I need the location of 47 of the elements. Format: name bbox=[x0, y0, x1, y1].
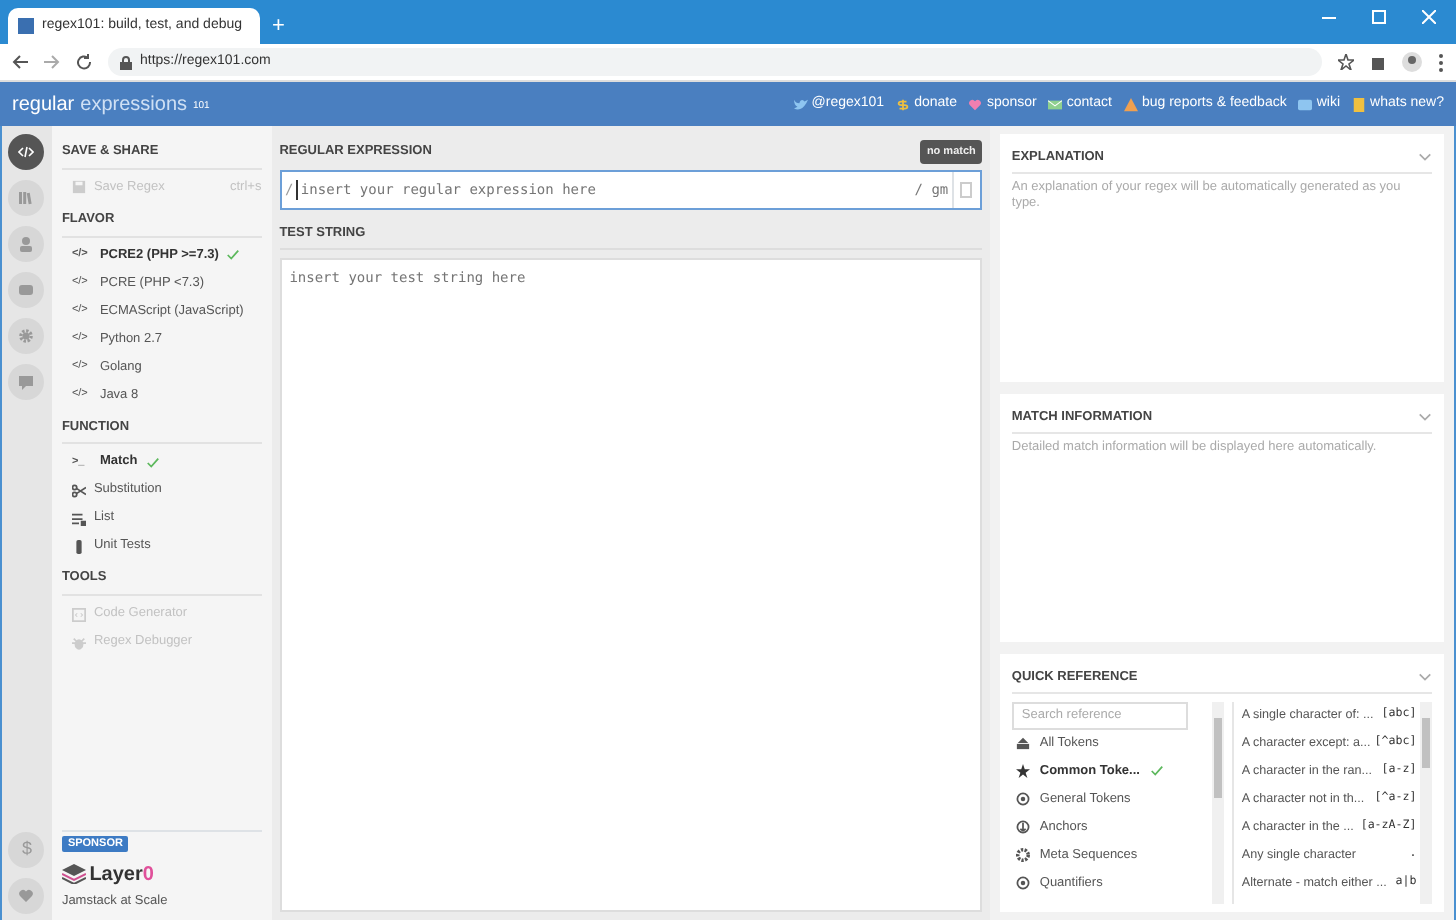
target-icon bbox=[1015, 876, 1030, 891]
stack-icon bbox=[1015, 736, 1030, 751]
bird-icon bbox=[793, 97, 808, 111]
code-file-icon bbox=[71, 607, 86, 621]
scrollbar[interactable] bbox=[1420, 701, 1432, 904]
code-icon bbox=[18, 144, 35, 160]
new-tab-button[interactable]: + bbox=[272, 8, 285, 44]
heart-icon bbox=[18, 887, 35, 903]
copy-icon[interactable] bbox=[960, 182, 973, 199]
sidebar-tab[interactable] bbox=[8, 134, 45, 170]
bug-icon bbox=[71, 635, 86, 649]
gear-icon bbox=[1015, 848, 1030, 863]
dollar-icon bbox=[896, 97, 911, 111]
reload-icon[interactable] bbox=[76, 54, 92, 70]
menu-icon[interactable] bbox=[1438, 53, 1444, 71]
favorite-button[interactable] bbox=[8, 877, 45, 913]
save-icon bbox=[71, 180, 86, 195]
note-icon bbox=[1352, 97, 1367, 111]
check-icon bbox=[145, 455, 160, 470]
logo-text[interactable]: regular bbox=[12, 89, 75, 119]
chevron-icon[interactable] bbox=[1418, 150, 1432, 165]
list-icon bbox=[71, 511, 86, 526]
check-icon bbox=[226, 248, 241, 262]
library-icon bbox=[18, 190, 35, 206]
check-icon bbox=[1149, 764, 1164, 779]
forward-icon[interactable] bbox=[44, 54, 60, 70]
heart-icon bbox=[968, 97, 983, 111]
anchor-icon bbox=[1015, 820, 1030, 835]
scrollbar[interactable] bbox=[1211, 701, 1224, 904]
sponsor-logo[interactable]: Layer0 bbox=[61, 859, 262, 889]
chevron-icon[interactable] bbox=[1418, 670, 1432, 685]
star-icon bbox=[1015, 764, 1030, 779]
user-icon bbox=[18, 236, 35, 252]
mail-icon bbox=[1048, 97, 1063, 111]
chevron-icon[interactable] bbox=[1418, 410, 1432, 425]
maximize-icon[interactable] bbox=[1372, 9, 1386, 23]
favicon-icon bbox=[18, 18, 34, 34]
star-icon[interactable] bbox=[1338, 54, 1354, 70]
back-icon[interactable] bbox=[12, 54, 28, 70]
chat-icon bbox=[18, 374, 35, 390]
lock-icon bbox=[120, 55, 132, 69]
target-icon bbox=[1015, 792, 1030, 807]
settings-icon bbox=[18, 328, 35, 344]
close-icon[interactable] bbox=[1422, 9, 1436, 23]
scissors-icon bbox=[71, 483, 86, 498]
warning-icon bbox=[1123, 97, 1138, 111]
profile-icon[interactable] bbox=[1402, 52, 1422, 72]
